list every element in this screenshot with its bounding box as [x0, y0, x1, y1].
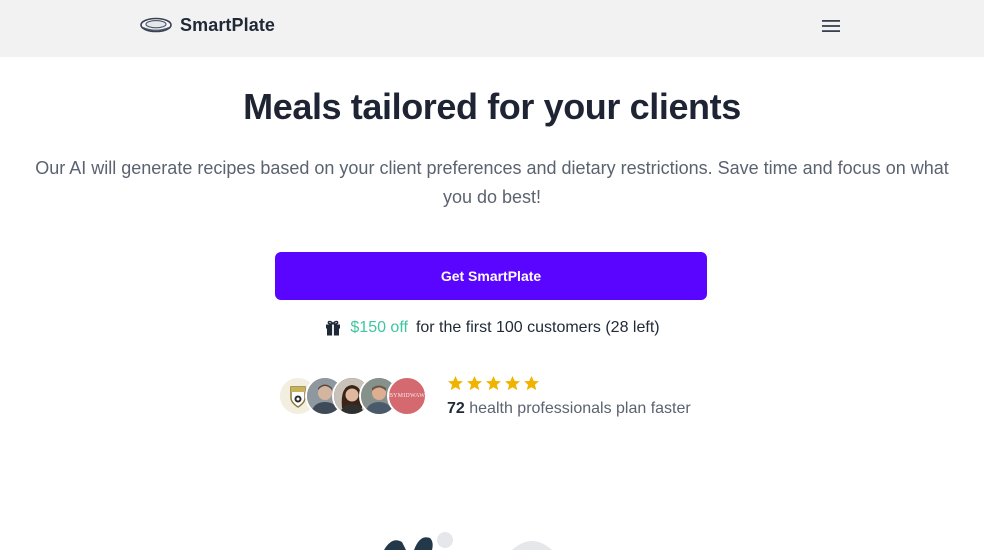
- hamburger-menu-icon: [822, 20, 840, 32]
- get-smartplate-button[interactable]: Get SmartPlate: [275, 252, 707, 300]
- star-icon: [486, 376, 501, 391]
- hero-title: Meals tailored for your clients: [243, 86, 741, 127]
- rating-description: health professionals plan faster: [469, 399, 691, 417]
- avatar-text-logo: BYMIDWAW: [388, 393, 426, 399]
- professionals-count: 72: [447, 399, 465, 417]
- decorative-illustration: [384, 532, 552, 550]
- rating-text: 72 health professionals plan faster: [447, 400, 691, 418]
- offer-text: for the first 100 customers (28 left): [415, 319, 660, 336]
- rating-block: 72 health professionals plan faster: [447, 375, 691, 418]
- avatar-stack: BYMIDWAW: [278, 374, 434, 418]
- star-icon: [524, 376, 539, 391]
- star-icon: [448, 376, 463, 391]
- hero-subtitle: Our AI will generate recipes based on yo…: [35, 158, 949, 207]
- star-icon: [467, 376, 482, 391]
- offer-discount: $150 off: [350, 319, 408, 336]
- avatar: BYMIDWAW: [387, 376, 427, 416]
- top-navigation-bar: SmartPlate: [0, 0, 984, 57]
- star-icon: [505, 376, 520, 391]
- brand-home-link[interactable]: SmartPlate: [140, 13, 275, 37]
- brand-name: SmartPlate: [180, 14, 276, 35]
- hamburger-menu-button[interactable]: [818, 14, 844, 38]
- social-proof: BYMIDWAW 72 health professionals plan fa…: [278, 372, 691, 420]
- discount-offer: $150 off for the first 100 customers (28…: [0, 318, 984, 338]
- plate-logo-icon: [140, 17, 172, 33]
- gift-icon: [326, 320, 341, 336]
- rating-stars: [447, 375, 691, 393]
